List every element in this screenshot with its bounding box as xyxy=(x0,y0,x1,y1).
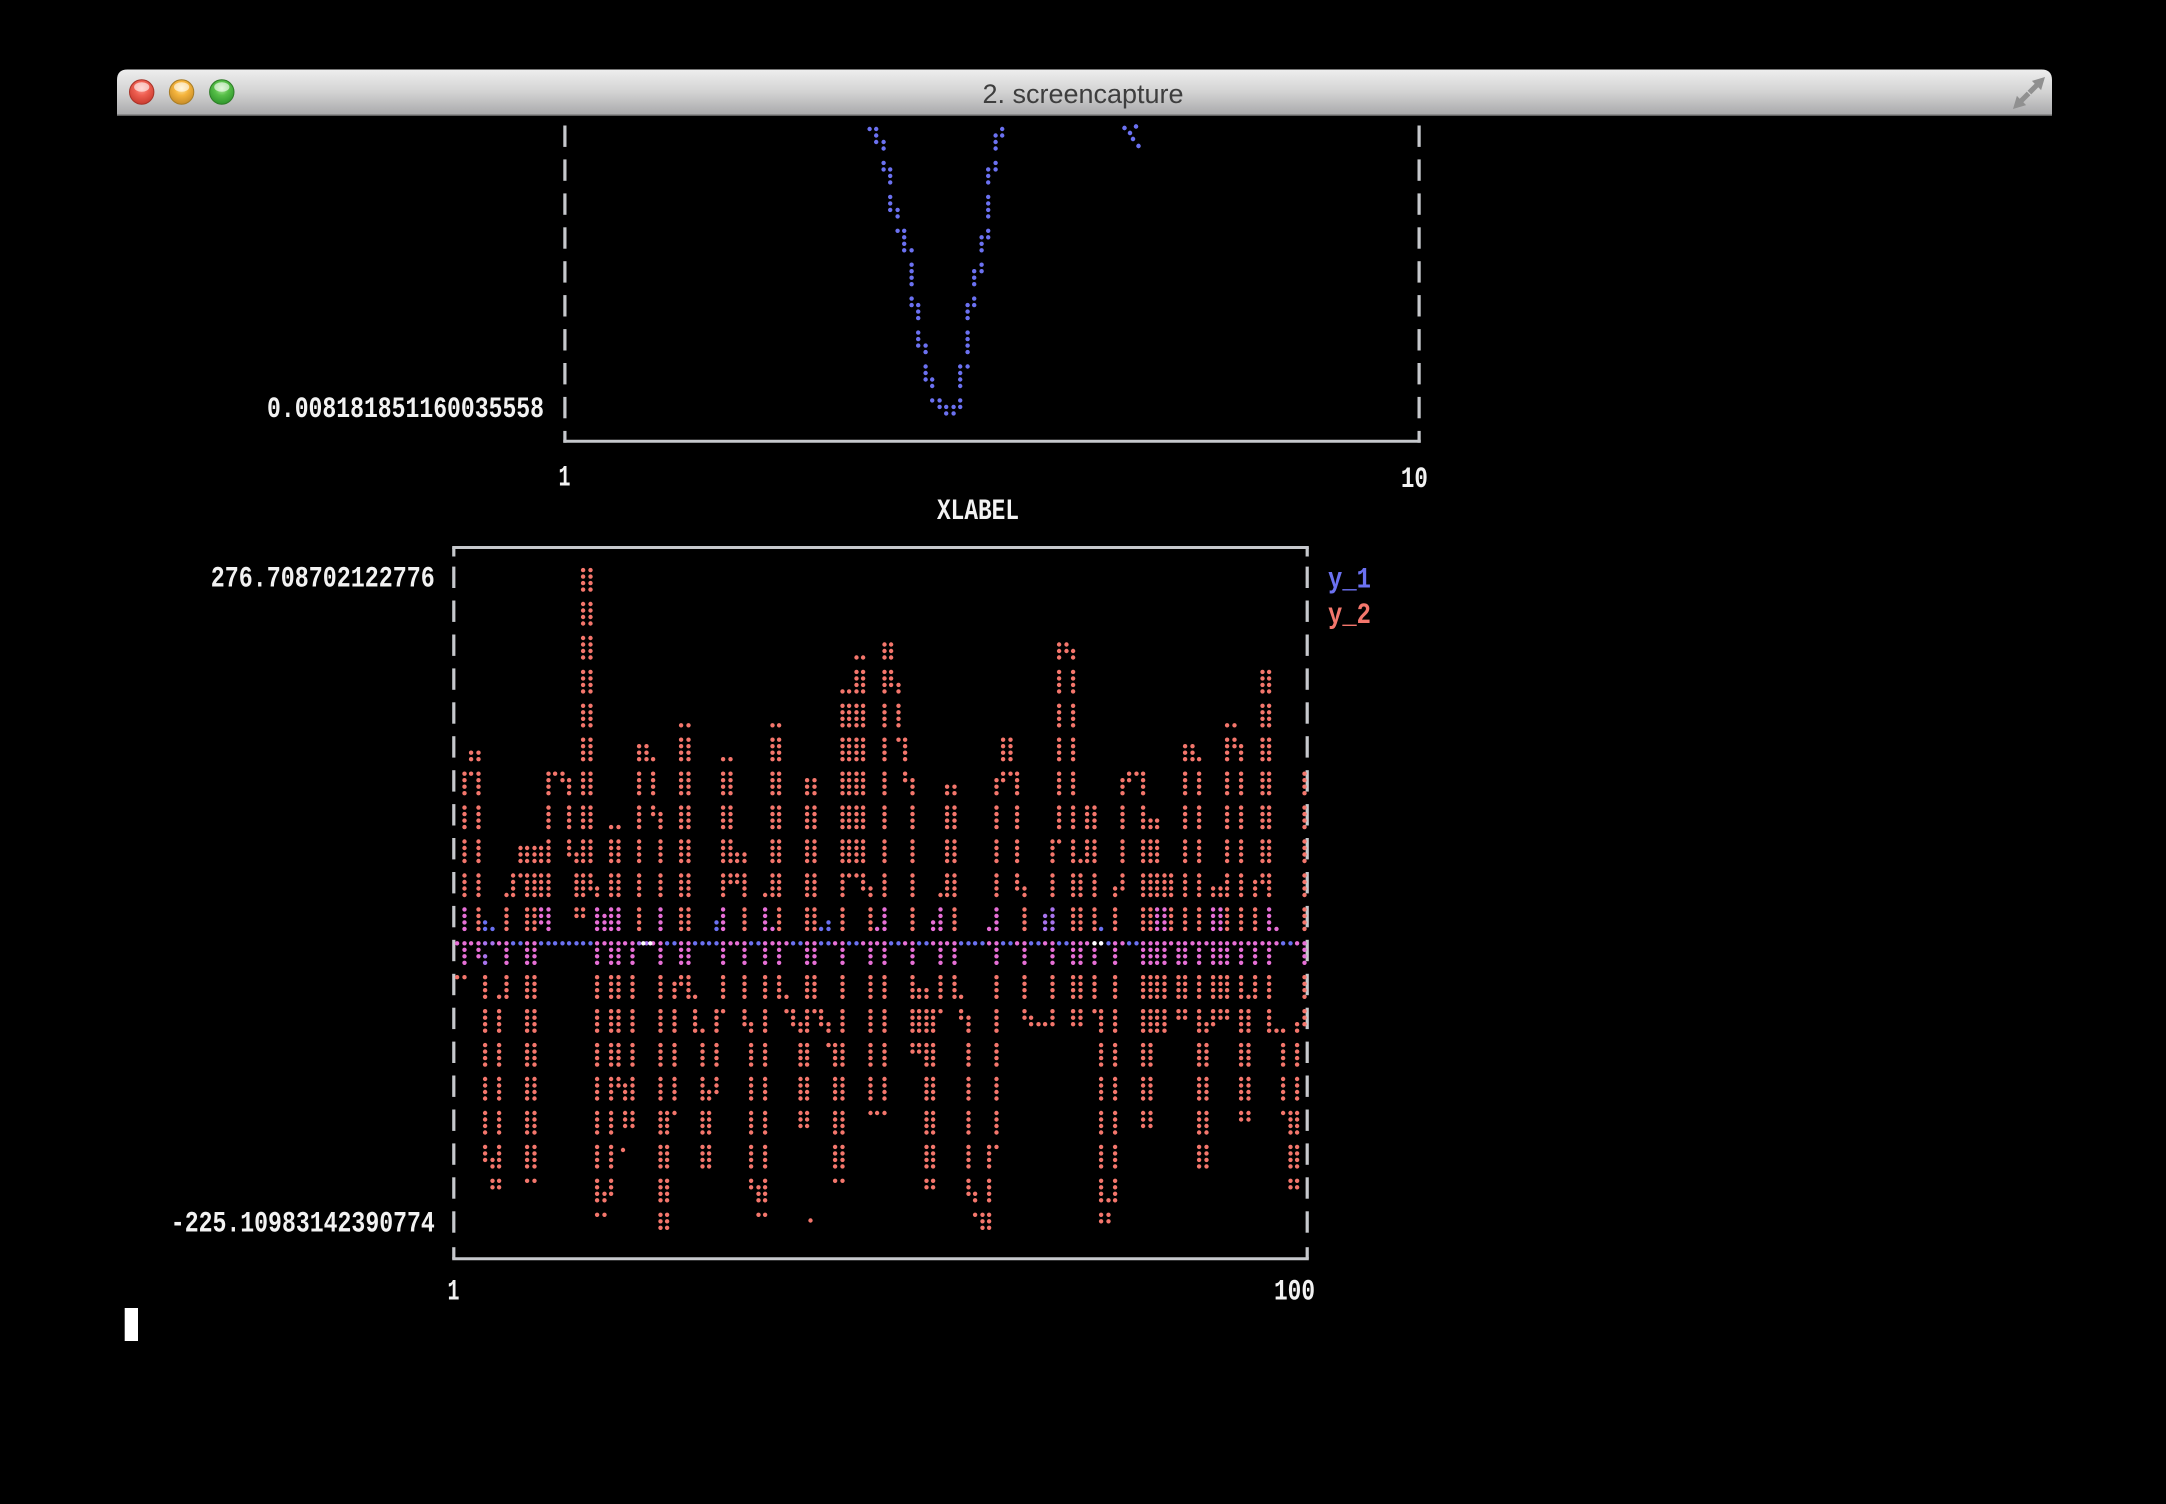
svg-text:0.008181851160035558: 0.008181851160035558 xyxy=(267,393,544,427)
svg-text:276.708702122776: 276.708702122776 xyxy=(211,562,435,596)
svg-text:-225.10983142390774: -225.10983142390774 xyxy=(171,1208,435,1242)
svg-text:100: 100 xyxy=(1274,1275,1315,1309)
svg-text:y_2: y_2 xyxy=(1328,599,1371,633)
svg-text:2. screencapture: 2. screencapture xyxy=(982,79,1183,109)
svg-text:y_1: y_1 xyxy=(1328,564,1371,598)
svg-text:XLABEL: XLABEL xyxy=(937,495,1019,529)
svg-text:1: 1 xyxy=(448,1275,460,1309)
svg-text:1: 1 xyxy=(559,461,571,495)
svg-text:10: 10 xyxy=(1401,463,1428,497)
